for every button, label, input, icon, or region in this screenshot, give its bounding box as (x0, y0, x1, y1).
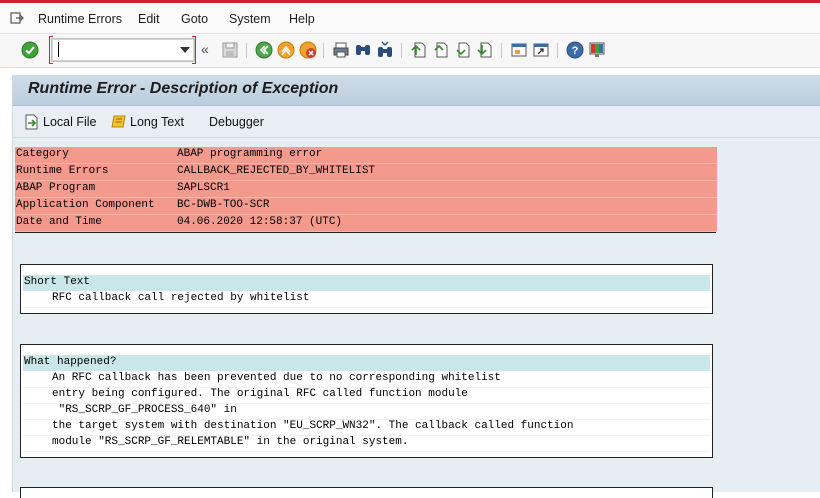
new-session-icon[interactable] (510, 41, 528, 59)
find-next-icon[interactable] (376, 41, 394, 59)
screen-area: Runtime Error - Description of Exception… (12, 75, 820, 498)
divider (15, 232, 716, 233)
menu-bar: Runtime Errors Edit Goto System Help (0, 3, 820, 34)
section-line-text: "RS_SCRP_GF_PROCESS_640" in (52, 404, 237, 416)
print-icon[interactable] (332, 41, 350, 59)
section-heading: What happened? (23, 355, 710, 371)
header-row-abap-program: ABAP Program SAPLSCR1 (15, 181, 717, 198)
header-row-date-time: Date and Time 04.06.2020 12:58:37 (UTC) (15, 215, 717, 232)
section-line-text: module "RS_SCRP_GF_RELEMTABLE" in the or… (52, 436, 409, 448)
toolbar-separator (501, 43, 502, 58)
debugger-label: Debugger (209, 115, 264, 129)
menu-runtime-errors[interactable]: Runtime Errors (38, 12, 122, 26)
toolbar-separator (246, 43, 247, 58)
toolbar-separator (401, 43, 402, 58)
short-text-section: Short Text RFC callback call rejected by… (20, 264, 713, 314)
section-line: module "RS_SCRP_GF_RELEMTABLE" in the or… (23, 435, 710, 452)
find-icon[interactable] (354, 41, 372, 59)
section-heading-text: What happened? (24, 356, 117, 368)
section-line-text: entry being configured. The original RFC… (52, 388, 468, 400)
section-line-text: RFC callback call rejected by whitelist (52, 292, 310, 304)
menu-goto[interactable]: Goto (181, 12, 208, 26)
section-line-text: the target system with destination "EU_S… (52, 420, 574, 432)
section-line: entry being configured. The original RFC… (23, 387, 710, 404)
page-title: Runtime Error - Description of Exception (28, 80, 339, 97)
header-key: Category (16, 148, 69, 160)
header-value: 04.06.2020 12:58:37 (UTC) (177, 216, 343, 228)
command-field-focus-right (192, 36, 196, 64)
system-toolbar: « ? (0, 34, 820, 68)
header-value: CALLBACK_REJECTED_BY_WHITELIST (177, 165, 376, 177)
section-line: RFC callback call rejected by whitelist (23, 291, 710, 308)
create-shortcut-icon[interactable] (532, 41, 550, 59)
local-file-icon (25, 114, 38, 130)
debugger-button[interactable]: Debugger (209, 113, 264, 131)
title-bar: Runtime Error - Description of Exception (13, 75, 820, 106)
menu-system[interactable]: System (229, 12, 271, 26)
section-line-text: An RFC callback has been prevented due t… (52, 372, 501, 384)
section-line: An RFC callback has been prevented due t… (23, 371, 710, 388)
menu-icon[interactable] (10, 11, 24, 25)
header-row-application-component: Application Component BC-DWB-TOO-SCR (15, 198, 717, 215)
application-toolbar: Local File Long Text Debugger (13, 106, 820, 138)
menu-help[interactable]: Help (289, 12, 315, 26)
next-page-icon[interactable] (454, 41, 472, 59)
header-key: Application Component (16, 199, 155, 211)
collapse-chevron-icon[interactable]: « (201, 42, 209, 56)
command-field[interactable] (51, 38, 195, 62)
scroll-icon (111, 115, 126, 128)
section-line: the target system with destination "EU_S… (23, 419, 710, 436)
first-page-icon[interactable] (410, 41, 428, 59)
section-line: "RS_SCRP_GF_PROCESS_640" in (23, 403, 710, 420)
local-file-button[interactable]: Local File (24, 113, 97, 131)
chevron-down-icon[interactable] (180, 47, 190, 53)
last-page-icon[interactable] (476, 41, 494, 59)
previous-page-icon[interactable] (432, 41, 450, 59)
exit-icon[interactable] (277, 41, 295, 59)
header-value: ABAP programming error (177, 148, 323, 160)
back-icon[interactable] (255, 41, 273, 59)
save-icon[interactable] (221, 41, 239, 59)
error-header-table: Category ABAP programming error Runtime … (15, 147, 717, 232)
toolbar-separator (323, 43, 324, 58)
header-key: Runtime Errors (16, 165, 109, 177)
section-heading: Short Text (23, 275, 710, 291)
what-happened-section: What happened? An RFC callback has been … (20, 344, 713, 458)
local-file-label: Local File (43, 115, 97, 129)
customize-layout-icon[interactable] (588, 41, 606, 59)
header-value: BC-DWB-TOO-SCR (177, 199, 270, 211)
header-row-runtime-errors: Runtime Errors CALLBACK_REJECTED_BY_WHIT… (15, 164, 717, 181)
header-key: ABAP Program (16, 182, 96, 194)
header-value: SAPLSCR1 (177, 182, 230, 194)
long-text-label: Long Text (130, 115, 184, 129)
command-input[interactable] (60, 41, 170, 57)
svg-text:?: ? (572, 45, 579, 57)
help-icon[interactable]: ? (566, 41, 584, 59)
enter-check-icon[interactable] (21, 41, 39, 59)
header-row-category: Category ABAP programming error (15, 147, 717, 164)
next-section-partial (20, 487, 713, 498)
text-cursor (58, 42, 59, 57)
menu-edit[interactable]: Edit (138, 12, 160, 26)
long-text-button[interactable]: Long Text (111, 113, 184, 131)
header-key: Date and Time (16, 216, 102, 228)
toolbar-separator (557, 43, 558, 58)
cancel-icon[interactable] (299, 41, 317, 59)
section-heading-text: Short Text (24, 276, 91, 288)
